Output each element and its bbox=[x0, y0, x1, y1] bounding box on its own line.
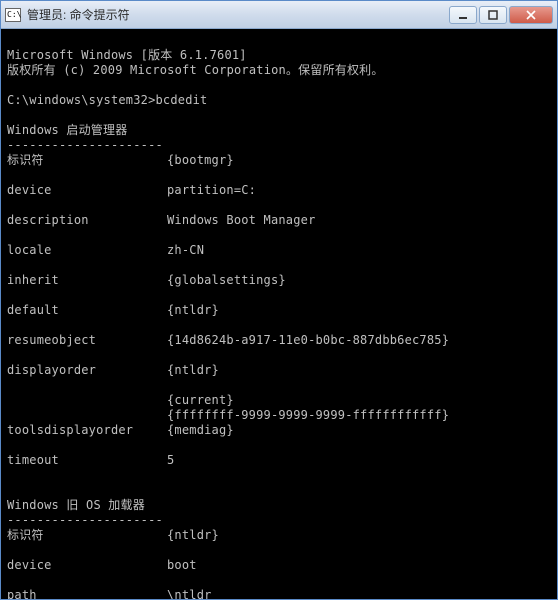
window-title: 管理员: 命令提示符 bbox=[27, 6, 449, 23]
close-icon bbox=[526, 10, 536, 20]
minimize-icon bbox=[458, 10, 468, 20]
table-row: deviceboot bbox=[7, 558, 551, 573]
maximize-icon bbox=[488, 10, 498, 20]
banner-line: 版权所有 (c) 2009 Microsoft Corporation。保留所有… bbox=[7, 63, 384, 77]
terminal-output[interactable]: Microsoft Windows [版本 6.1.7601] 版权所有 (c)… bbox=[1, 29, 557, 599]
table-row: displayorder{ntldr} bbox=[7, 363, 551, 378]
table-row: devicepartition=C: bbox=[7, 183, 551, 198]
banner-line: Microsoft Windows [版本 6.1.7601] bbox=[7, 48, 247, 62]
window-controls bbox=[449, 6, 553, 24]
prompt-command: bcdedit bbox=[156, 93, 208, 107]
section-divider: --------------------- bbox=[7, 513, 163, 527]
table-row: resumeobject{14d8624b-a917-11e0-b0bc-887… bbox=[7, 333, 551, 348]
app-icon: C:\ bbox=[5, 8, 21, 22]
section-divider: --------------------- bbox=[7, 138, 163, 152]
minimize-button[interactable] bbox=[449, 6, 477, 24]
table-row: 标识符{ntldr} bbox=[7, 528, 551, 543]
maximize-button[interactable] bbox=[479, 6, 507, 24]
table-row: descriptionWindows Boot Manager bbox=[7, 213, 551, 228]
command-prompt-window: C:\ 管理员: 命令提示符 Microsoft Windows [版本 6.1… bbox=[0, 0, 558, 600]
table-row-continuation: {current} bbox=[7, 393, 234, 407]
section-title: Windows 启动管理器 bbox=[7, 123, 127, 137]
table-row: localezh-CN bbox=[7, 243, 551, 258]
table-row-continuation: {ffffffff-9999-9999-9999-ffffffffffff} bbox=[7, 408, 449, 422]
section-title: Windows 旧 OS 加载器 bbox=[7, 498, 145, 512]
table-row: timeout5 bbox=[7, 453, 551, 468]
table-row: toolsdisplayorder{memdiag} bbox=[7, 423, 551, 438]
table-row: path\ntldr bbox=[7, 588, 551, 599]
table-row: inherit{globalsettings} bbox=[7, 273, 551, 288]
table-row: default{ntldr} bbox=[7, 303, 551, 318]
prompt-path: C:\windows\system32> bbox=[7, 93, 156, 107]
table-row: 标识符{bootmgr} bbox=[7, 153, 551, 168]
window-titlebar[interactable]: C:\ 管理员: 命令提示符 bbox=[1, 1, 557, 29]
close-button[interactable] bbox=[509, 6, 553, 24]
